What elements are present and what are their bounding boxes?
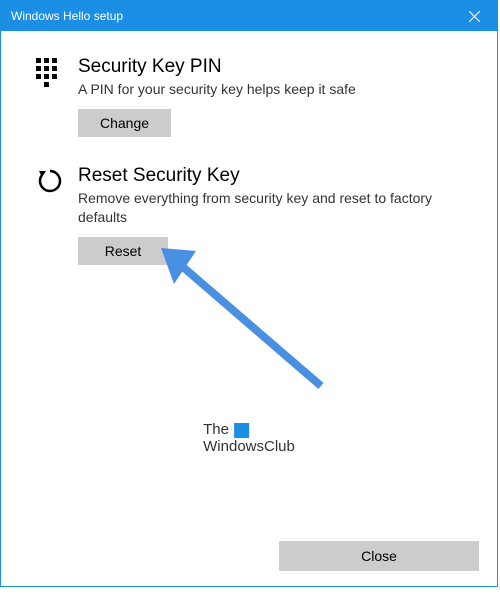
reset-desc: Remove everything from security key and … (78, 189, 462, 227)
footer: Close (1, 526, 497, 586)
pin-title: Security Key PIN (78, 56, 462, 78)
dialog-window: Windows Hello setup Security Key PIN A P… (0, 0, 498, 587)
reset-button[interactable]: Reset (78, 237, 168, 265)
watermark-logo-icon (234, 423, 249, 438)
content-area: Security Key PIN A PIN for your security… (1, 31, 497, 265)
watermark-line2: WindowsClub (203, 438, 295, 455)
close-icon (469, 11, 480, 22)
keypad-icon (36, 58, 66, 87)
change-button[interactable]: Change (78, 109, 171, 137)
window-title: Windows Hello setup (11, 9, 123, 23)
pin-desc: A PIN for your security key helps keep i… (78, 80, 462, 99)
close-button[interactable]: Close (279, 541, 479, 571)
reset-title: Reset Security Key (78, 165, 462, 187)
reset-icon (36, 167, 66, 200)
section-reset: Reset Security Key Remove everything fro… (36, 165, 462, 265)
watermark-line1: The (203, 421, 229, 438)
titlebar: Windows Hello setup (1, 1, 497, 31)
close-icon-button[interactable] (452, 1, 497, 31)
section-pin: Security Key PIN A PIN for your security… (36, 56, 462, 137)
watermark: The WindowsClub (203, 421, 295, 456)
